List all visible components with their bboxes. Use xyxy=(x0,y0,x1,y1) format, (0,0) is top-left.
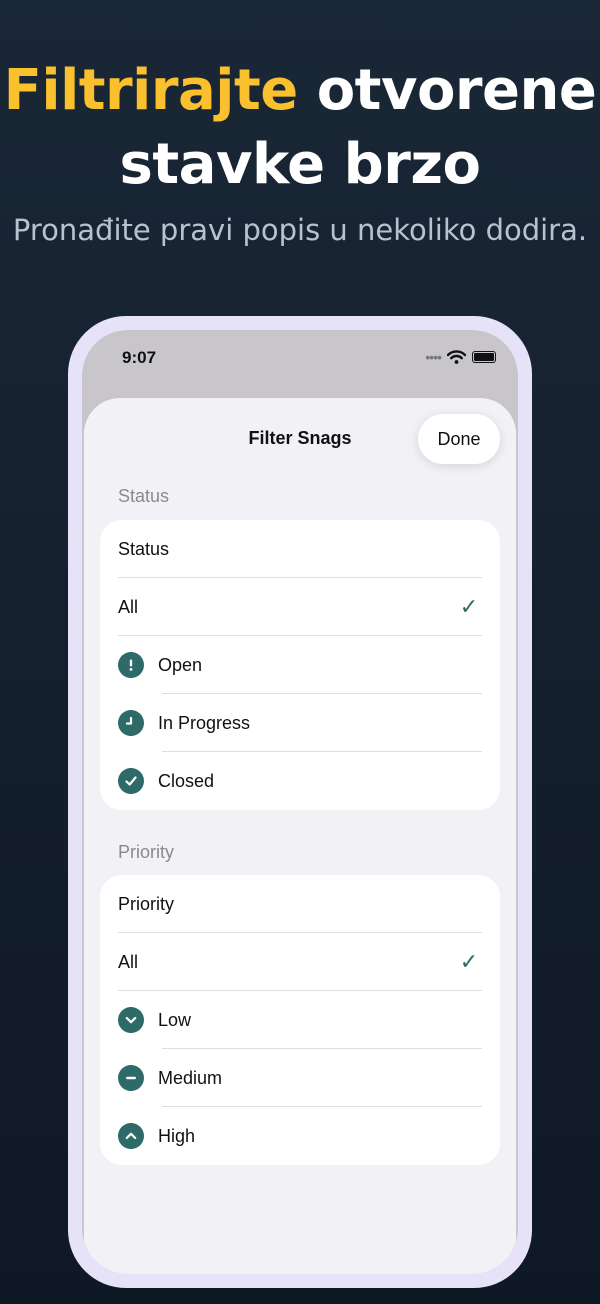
priority-card: Priority All ✓ Low Medium High xyxy=(100,875,500,1165)
status-bar: 9:07 •••• xyxy=(82,330,518,386)
priority-card-title: Priority xyxy=(118,893,175,914)
done-button[interactable]: Done xyxy=(418,414,500,464)
promo-subtitle: Pronađite pravi popis u nekoliko dodira. xyxy=(12,213,588,247)
minus-circle-icon xyxy=(118,1065,144,1091)
status-card-title: Status xyxy=(118,538,170,559)
status-card: Status All ✓ Open In Progress Closed xyxy=(100,520,500,810)
status-card-title-row: Status xyxy=(100,520,500,578)
status-option-all[interactable]: All ✓ xyxy=(100,578,500,636)
signal-dots-icon: •••• xyxy=(425,349,442,365)
status-option-label: Open xyxy=(158,654,203,675)
chevron-up-circle-icon xyxy=(118,1123,144,1149)
headline-highlight: Filtrirajte xyxy=(3,58,299,123)
priority-option-all[interactable]: All ✓ xyxy=(100,933,500,991)
wifi-icon xyxy=(447,350,466,364)
priority-section-header: Priority xyxy=(118,842,175,862)
status-section-header: Status xyxy=(118,486,170,506)
priority-option-high[interactable]: High xyxy=(100,1107,500,1165)
headline-rest: otvorene xyxy=(297,58,597,123)
checkmark-icon: ✓ xyxy=(459,949,479,974)
status-option-label: All xyxy=(118,596,139,617)
promo-headline: Filtrirajte otvorene stavke brzo xyxy=(0,54,600,202)
checkmark-circle-icon xyxy=(118,768,144,794)
filter-sheet: Filter Snags Done Status Status All ✓ Op… xyxy=(84,398,516,1274)
battery-icon xyxy=(472,351,496,363)
status-option-label: Closed xyxy=(158,770,215,791)
status-icons: •••• xyxy=(425,350,496,364)
status-option-in-progress[interactable]: In Progress xyxy=(100,694,500,752)
priority-option-low[interactable]: Low xyxy=(100,991,500,1049)
status-time: 9:07 xyxy=(122,348,157,367)
status-option-label: In Progress xyxy=(158,712,251,733)
priority-option-label: High xyxy=(158,1125,196,1146)
chevron-down-circle-icon xyxy=(118,1007,144,1033)
clock-icon xyxy=(118,710,144,736)
priority-option-label: All xyxy=(118,951,139,972)
exclamation-circle-icon xyxy=(118,652,144,678)
status-option-closed[interactable]: Closed xyxy=(100,752,500,810)
priority-option-label: Low xyxy=(158,1009,192,1030)
phone-frame: 9:07 •••• Filter Snags Done Status Statu… xyxy=(68,316,532,1288)
priority-option-label: Medium xyxy=(158,1067,223,1088)
headline-line2: stavke brzo xyxy=(119,132,481,197)
priority-card-title-row: Priority xyxy=(100,875,500,933)
checkmark-icon: ✓ xyxy=(459,594,479,619)
status-option-open[interactable]: Open xyxy=(100,636,500,694)
priority-option-medium[interactable]: Medium xyxy=(100,1049,500,1107)
phone-screen: 9:07 •••• Filter Snags Done Status Statu… xyxy=(82,330,518,1274)
